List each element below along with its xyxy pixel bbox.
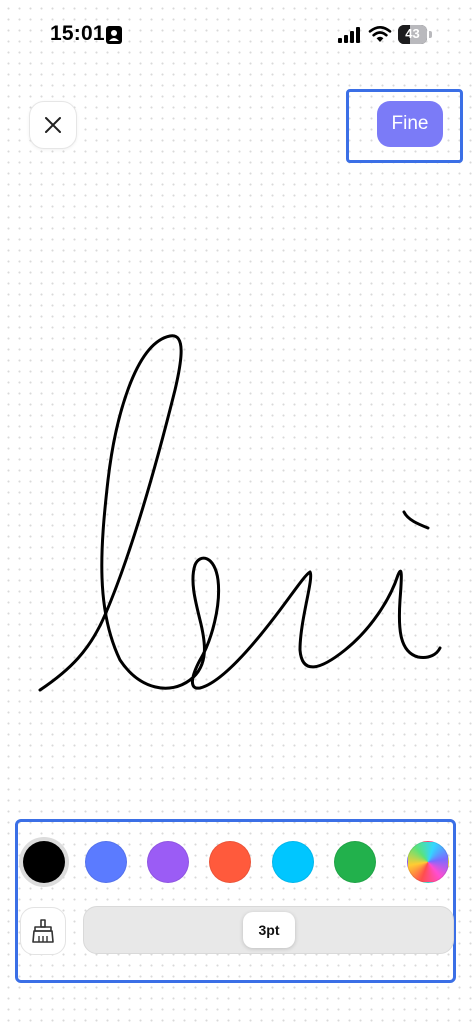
status-time: 15:01 [50, 22, 105, 45]
color-swatch-cyan[interactable] [272, 841, 314, 883]
color-swatch-orange[interactable] [209, 841, 251, 883]
color-swatch-custom-color[interactable] [407, 841, 449, 883]
cellular-signal-icon [338, 27, 360, 43]
signature-stroke-accent [402, 510, 430, 530]
close-icon [45, 117, 61, 133]
stroke-width-thumb[interactable]: 3pt [243, 912, 295, 948]
battery-percent: 43 [405, 26, 420, 41]
battery-icon: 43 [398, 25, 427, 44]
signature-stroke [38, 334, 442, 692]
color-swatch-green[interactable] [334, 841, 376, 883]
battery-cap [429, 31, 432, 38]
signature-canvas[interactable] [0, 300, 472, 720]
color-swatch-purple[interactable] [147, 841, 189, 883]
done-button[interactable]: Fine [377, 101, 443, 147]
eraser-brush-icon [32, 919, 54, 943]
wifi-icon [368, 26, 392, 42]
status-bar: 15:01 43 [0, 0, 472, 70]
stroke-width-slider[interactable]: 3pt [83, 906, 454, 954]
color-swatch-black[interactable] [23, 841, 65, 883]
contact-card-icon [106, 26, 122, 44]
close-button[interactable] [29, 101, 77, 149]
eraser-button[interactable] [20, 907, 66, 955]
color-swatch-blue[interactable] [85, 841, 127, 883]
